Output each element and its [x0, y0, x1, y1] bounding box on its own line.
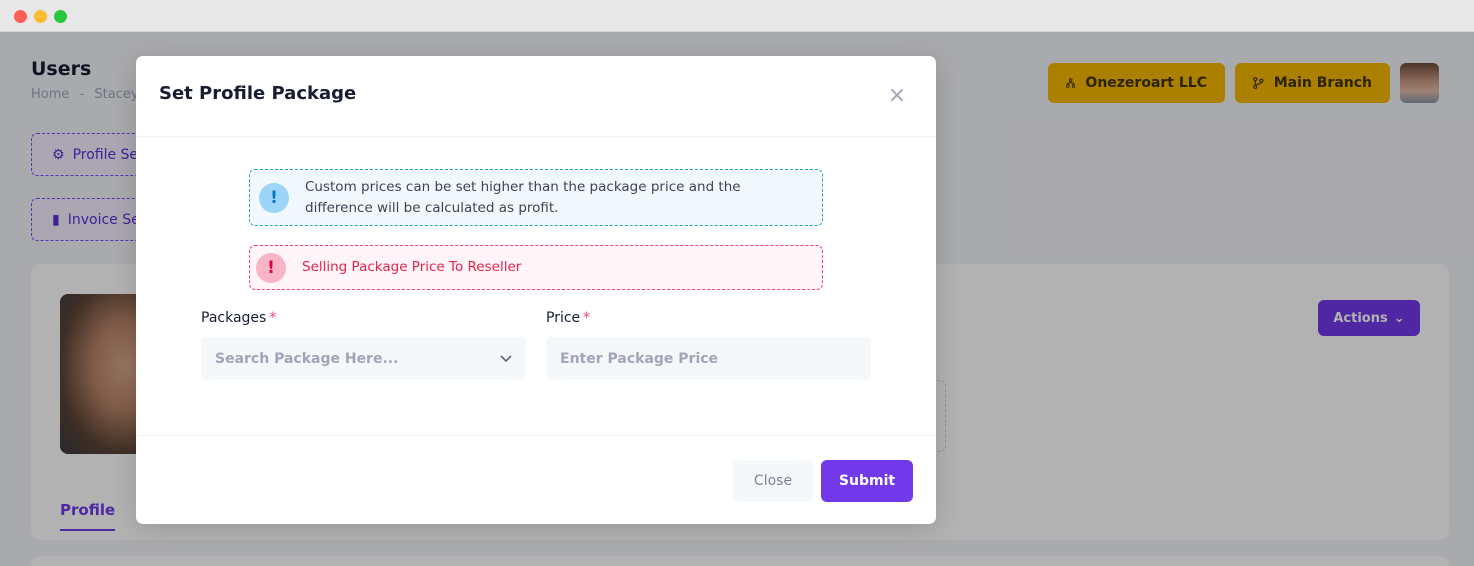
price-input[interactable]: [546, 337, 871, 380]
info-icon: !: [259, 182, 289, 213]
required-mark: *: [583, 310, 591, 326]
submit-button[interactable]: Submit: [821, 460, 913, 502]
info-alert-text: Custom prices can be set higher than the…: [305, 178, 741, 216]
close-button[interactable]: Close: [733, 460, 813, 502]
close-icon[interactable]: ×: [886, 85, 908, 107]
required-mark: *: [269, 310, 277, 326]
packages-select[interactable]: Search Package Here...: [201, 337, 526, 380]
danger-alert: ! Selling Package Price To Reseller: [249, 245, 823, 290]
danger-alert-text: Selling Package Price To Reseller: [302, 259, 522, 275]
set-profile-package-modal: Set Profile Package × ! Custom prices ca…: [136, 56, 936, 524]
info-alert: ! Custom prices can be set higher than t…: [249, 169, 823, 226]
packages-label: Packages *: [201, 310, 276, 326]
packages-label-text: Packages: [201, 310, 267, 326]
window-maximize-dot[interactable]: [54, 10, 67, 23]
price-label: Price *: [546, 310, 590, 326]
modal-header: Set Profile Package ×: [136, 56, 936, 137]
window-titlebar: [0, 0, 1474, 32]
modal-title: Set Profile Package: [159, 83, 357, 104]
packages-select-placeholder: Search Package Here...: [215, 350, 399, 367]
warning-icon: !: [256, 252, 286, 283]
price-label-text: Price: [546, 310, 581, 326]
modal-footer: Close Submit: [136, 435, 936, 524]
chevron-down-icon: [500, 354, 512, 362]
window-minimize-dot[interactable]: [34, 10, 47, 23]
window-close-dot[interactable]: [14, 10, 27, 23]
